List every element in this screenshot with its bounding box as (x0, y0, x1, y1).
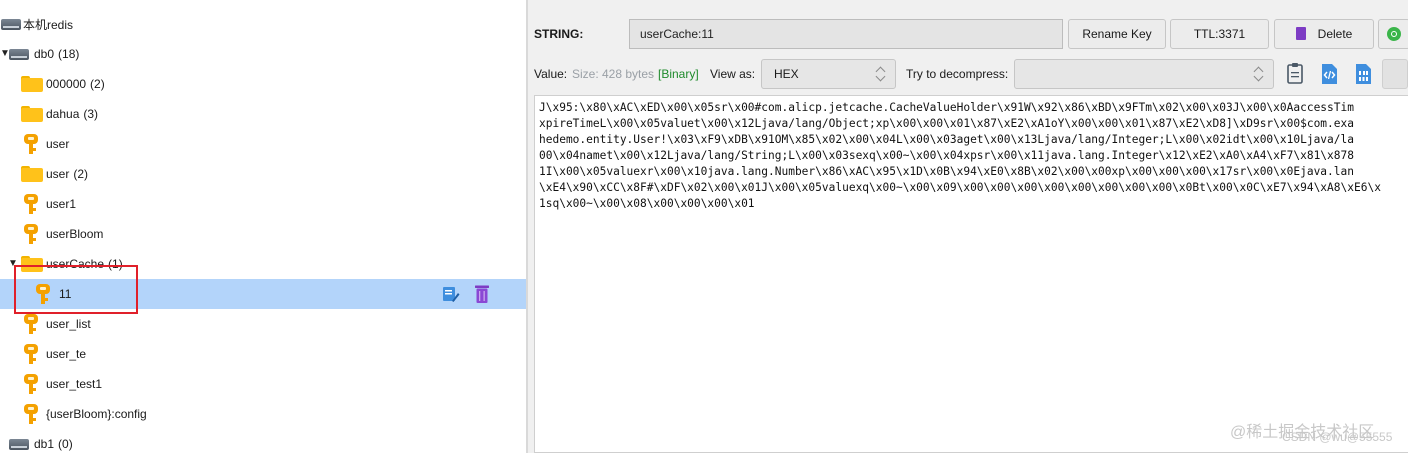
folder-icon (21, 76, 43, 92)
value-line: \xE4\x90\xCC\x8F#\xDF\x02\x00\x01J\x00\x… (539, 181, 1381, 194)
database-icon (9, 439, 29, 450)
db-item-db0[interactable]: ▼ db0 (18) (0, 39, 526, 69)
folder-label: dahua (46, 107, 80, 121)
tree-item-key[interactable]: user_te (0, 339, 526, 369)
folder-label: user (46, 167, 70, 181)
binary-view-icon[interactable] (1352, 62, 1374, 86)
view-as-value: HEX (774, 67, 799, 81)
server-icon (1, 19, 21, 30)
reload-button[interactable] (1378, 19, 1408, 49)
size-label: Size: 428 bytes (572, 67, 655, 81)
tree-item-key[interactable]: user_test1 (0, 369, 526, 399)
folder-label: 000000 (46, 77, 87, 91)
value-line: hedemo.entity.User!\x03\xF9\xDB\x91OM\x8… (539, 133, 1354, 146)
value-line: 1sq\x00~\x00\x08\x00\x00\x00\x01 (539, 197, 755, 210)
key-label: user_list (46, 317, 91, 331)
value-line: 00\x04namet\x00\x12Ljava/lang/String;L\x… (539, 149, 1354, 162)
decompress-select[interactable] (1014, 59, 1274, 89)
key-icon (24, 314, 38, 334)
tree-item-key[interactable]: user (0, 129, 526, 159)
annotation-highlight-box (14, 265, 138, 314)
toolbar-extra-button[interactable] (1382, 59, 1408, 89)
folder-count: (3) (83, 107, 99, 121)
tree-item-key[interactable]: user1 (0, 189, 526, 219)
key-label: user (46, 137, 70, 151)
delete-button[interactable]: Delete (1274, 19, 1374, 49)
value-label: Value: (534, 67, 568, 81)
db-label: db0 (34, 47, 55, 61)
key-icon (24, 134, 38, 154)
key-type-label: STRING: (534, 27, 584, 41)
reload-icon (1387, 27, 1401, 41)
tree-item-key[interactable]: userBloom (0, 219, 526, 249)
key-icon (24, 374, 38, 394)
ttl-button[interactable]: TTL:3371 (1170, 19, 1269, 49)
value-line: 1I\x00\x05valuexr\x00\x10java.lang.Numbe… (539, 165, 1354, 178)
key-label: user_te (46, 347, 87, 361)
database-icon (9, 49, 29, 60)
tree-item-folder[interactable]: 000000 (2) (0, 69, 526, 99)
trash-icon (1295, 27, 1306, 40)
select-arrows-icon (1253, 66, 1265, 82)
copy-icon[interactable] (1284, 62, 1306, 86)
db-item-db1[interactable]: db1 (0) (0, 429, 526, 453)
key-label: userBloom (46, 227, 104, 241)
key-icon (24, 404, 38, 424)
tree-item-folder[interactable]: dahua (3) (0, 99, 526, 129)
value-line: xpireTimeL\x00\x05valuet\x00\x12Ljava/la… (539, 117, 1354, 130)
view-as-select[interactable]: HEX (761, 59, 896, 89)
key-icon (24, 344, 38, 364)
binary-badge: [Binary] (658, 67, 699, 81)
value-editor[interactable]: J\x95:\x80\xAC\xED\x00\x05sr\x00#com.ali… (534, 95, 1408, 453)
tree-item-folder[interactable]: user (2) (0, 159, 526, 189)
watermark-csdn: CSDN @wu@55555 (1282, 430, 1393, 444)
key-icon (24, 224, 38, 244)
delete-label: Delete (1317, 27, 1353, 41)
folder-icon (21, 166, 43, 182)
edit-icon[interactable] (442, 285, 460, 303)
db-key-count: (18) (58, 47, 80, 61)
folder-count: (2) (90, 77, 105, 91)
key-label: user_test1 (46, 377, 103, 391)
value-line: J\x95:\x80\xAC\xED\x00\x05sr\x00#com.ali… (539, 101, 1354, 114)
tree-item-key[interactable]: {userBloom}:config (0, 399, 526, 429)
db-label: db1 (34, 437, 55, 451)
view-as-label: View as: (710, 67, 756, 81)
value-panel: STRING: userCache:11 Rename Key TTL:3371… (528, 0, 1408, 453)
folder-count: (2) (73, 167, 89, 181)
db-key-count: (0) (58, 437, 73, 451)
key-icon (24, 194, 38, 214)
rename-key-button[interactable]: Rename Key (1068, 19, 1166, 49)
folder-icon (21, 106, 43, 122)
key-label: user1 (46, 197, 77, 211)
key-label: {userBloom}:config (46, 407, 147, 421)
code-view-icon[interactable] (1318, 62, 1340, 86)
key-tree-panel: 本机redis ▼ db0 (18) 000000 (2) dahua (3) … (0, 0, 526, 453)
connection-label: 本机redis (23, 17, 74, 32)
decompress-label: Try to decompress: (906, 67, 1009, 81)
key-name-field[interactable]: userCache:11 (629, 19, 1063, 49)
connection-item[interactable]: 本机redis (0, 9, 526, 39)
select-arrows-icon (875, 66, 887, 82)
trash-icon[interactable] (474, 284, 490, 304)
